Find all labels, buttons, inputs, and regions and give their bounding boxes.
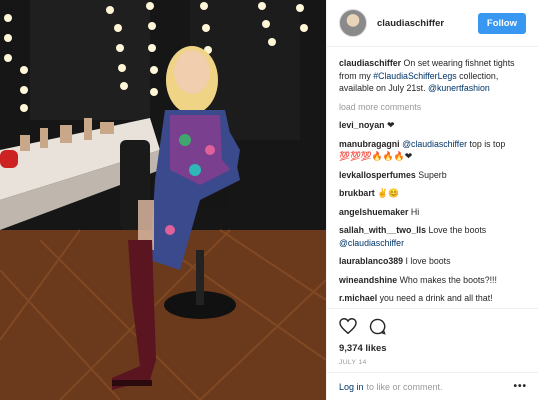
photo-illustration	[0, 0, 326, 400]
comment-username[interactable]: sallah_with__two_lls	[339, 225, 426, 235]
comment-username[interactable]: r.michael	[339, 293, 377, 303]
caption-mention[interactable]: @kunertfashion	[428, 83, 490, 93]
comment-item: r.michael you need a drink and all that!	[339, 292, 526, 305]
comment-item: sallah_with__two_lls Love the boots @cla…	[339, 224, 526, 249]
load-more-comments[interactable]: load more comments	[339, 101, 526, 114]
comment-mention[interactable]: @claudiaschiffer	[339, 238, 404, 248]
comment-item: levi_noyan ❤	[339, 119, 526, 132]
comment-text: you need a drink and all that!	[379, 293, 493, 303]
comment-bubble-icon[interactable]	[369, 318, 386, 337]
post-date: JULY 14	[339, 359, 367, 366]
comment-mention[interactable]: @claudiaschiffer	[402, 139, 467, 149]
follow-button[interactable]: Follow	[477, 12, 526, 34]
caption-username[interactable]: claudiaschiffer	[339, 58, 401, 68]
comment-username[interactable]: manubragagni	[339, 139, 400, 149]
comment-text: Love the boots	[428, 225, 487, 235]
comment-item: laurablanco389 I love boots	[339, 255, 526, 268]
action-icons	[339, 315, 527, 339]
login-prompt-text: to like or comment.	[366, 381, 443, 392]
comment-text: ✌😊	[377, 188, 400, 198]
post-header: claudiaschiffer Follow	[327, 0, 538, 47]
comment-item: manubragagni @claudiaschiffer top is top…	[339, 138, 526, 163]
header-username[interactable]: claudiaschiffer	[377, 18, 478, 29]
comment-text: ❤	[386, 120, 395, 130]
comments-list: claudiaschiffer On set wearing fishnet t…	[327, 47, 538, 305]
comment-item: levkallosperfumes Superb	[339, 169, 526, 182]
post-photo[interactable]	[0, 0, 326, 400]
comment-username[interactable]: wineandshine	[339, 275, 397, 285]
login-link[interactable]: Log in	[339, 382, 364, 392]
comment-username[interactable]: angelshuemaker	[339, 207, 408, 217]
comment-item: angelshuemaker Hi	[339, 206, 526, 219]
heart-icon[interactable]	[339, 317, 357, 336]
post-actions: 9,374 likes JULY 14	[327, 308, 538, 366]
post-side-panel: claudiaschiffer Follow claudiaschiffer O…	[326, 0, 538, 400]
comment-text: Hi	[410, 206, 420, 217]
more-options-icon[interactable]: •••	[513, 381, 527, 392]
instagram-post: claudiaschiffer Follow claudiaschiffer O…	[0, 0, 538, 400]
caption-hashtag[interactable]: #ClaudiaSchifferLegs	[373, 71, 456, 81]
comment-footer: Log in to like or comment. •••	[327, 372, 538, 400]
comment-username[interactable]: levi_noyan	[339, 120, 384, 130]
comment-text: I love boots	[405, 256, 451, 266]
comment-username[interactable]: laurablanco389	[339, 256, 403, 266]
caption: claudiaschiffer On set wearing fishnet t…	[339, 57, 526, 95]
comment-text: Superb	[418, 169, 447, 180]
likes-count[interactable]: 9,374 likes	[339, 343, 527, 354]
comment-item: wineandshine Who makes the boots?!!!	[339, 274, 526, 287]
comment-username[interactable]: brukbart	[339, 188, 375, 198]
comment-item: brukbart ✌😊	[339, 187, 526, 200]
comment-username[interactable]: levkallosperfumes	[339, 170, 416, 180]
avatar[interactable]	[339, 9, 367, 37]
comment-text: Who makes the boots?!!!	[399, 274, 497, 285]
